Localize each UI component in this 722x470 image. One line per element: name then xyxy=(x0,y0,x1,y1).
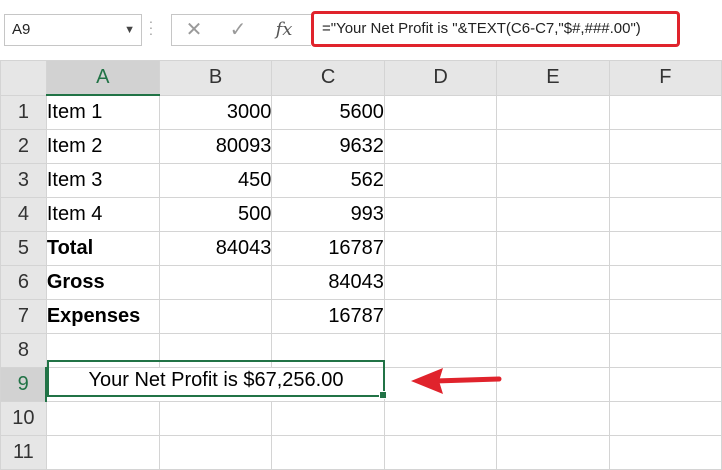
cell-b11[interactable] xyxy=(158,435,273,470)
drag-handle-icon[interactable]: · · · xyxy=(148,14,154,42)
cell-c1[interactable]: 5600 xyxy=(271,94,385,130)
column-header-d[interactable]: D xyxy=(383,60,498,96)
cell-b10[interactable] xyxy=(158,401,273,436)
row-header[interactable]: 6 xyxy=(0,265,47,300)
cell-f6[interactable] xyxy=(608,265,722,300)
name-box-value: A9 xyxy=(12,21,31,38)
cell-a5[interactable]: Total xyxy=(45,231,160,266)
cell-b3[interactable]: 450 xyxy=(158,163,273,198)
cell-d3[interactable] xyxy=(383,163,498,198)
cell-e9[interactable] xyxy=(496,367,610,402)
column-header-f[interactable]: F xyxy=(608,60,722,96)
cell-b6[interactable] xyxy=(158,265,273,300)
row-header[interactable]: 8 xyxy=(0,333,47,368)
row-header[interactable]: 5 xyxy=(0,231,47,266)
column-header-b[interactable]: B xyxy=(158,60,273,96)
insert-function-button[interactable]: fx xyxy=(264,15,304,45)
cell-b5[interactable]: 84043 xyxy=(158,231,273,266)
cell-d8[interactable] xyxy=(383,333,498,368)
cell-f11[interactable] xyxy=(608,435,722,470)
cell-e3[interactable] xyxy=(496,163,610,198)
cell-a3[interactable]: Item 3 xyxy=(45,163,160,198)
cell-f3[interactable] xyxy=(608,163,722,198)
check-icon[interactable]: ✓ xyxy=(218,15,258,45)
cell-f4[interactable] xyxy=(608,197,722,232)
cell-a6[interactable]: Gross xyxy=(45,265,160,300)
cell-e2[interactable] xyxy=(496,129,610,164)
cell-e4[interactable] xyxy=(496,197,610,232)
cell-c4[interactable]: 993 xyxy=(271,197,385,232)
cell-c2[interactable]: 9632 xyxy=(271,129,385,164)
cell-d6[interactable] xyxy=(383,265,498,300)
cell-c10[interactable] xyxy=(271,401,385,436)
column-header-e[interactable]: E xyxy=(496,60,610,96)
cell-f10[interactable] xyxy=(608,401,722,436)
column-header-a[interactable]: A xyxy=(45,60,160,96)
row-header[interactable]: 11 xyxy=(0,435,47,470)
row-header[interactable]: 2 xyxy=(0,129,47,164)
cell-c6[interactable]: 84043 xyxy=(271,265,385,300)
cell-d11[interactable] xyxy=(383,435,498,470)
cell-a10[interactable] xyxy=(45,401,160,436)
cell-b2[interactable]: 80093 xyxy=(158,129,273,164)
cell-f5[interactable] xyxy=(608,231,722,266)
cell-a11[interactable] xyxy=(45,435,160,470)
column-header-c[interactable]: C xyxy=(271,60,385,96)
cell-c11[interactable] xyxy=(271,435,385,470)
cell-a1[interactable]: Item 1 xyxy=(45,94,160,130)
row-header[interactable]: 10 xyxy=(0,401,47,436)
cell-f7[interactable] xyxy=(608,299,722,334)
row-header[interactable]: 1 xyxy=(0,94,47,130)
spreadsheet-grid: A B C D E F 1 Item 1 3000 5600 2 Item 2 … xyxy=(0,60,722,470)
formula-input[interactable]: ="Your Net Profit is "&TEXT(C6-C7,"$#,##… xyxy=(311,11,680,47)
cell-d4[interactable] xyxy=(383,197,498,232)
formula-toolbar: A9 ▼ · · · ✕ ✓ fx ="Your Net Profit is "&T… xyxy=(0,0,722,61)
cell-b4[interactable]: 500 xyxy=(158,197,273,232)
close-icon[interactable]: ✕ xyxy=(174,15,214,45)
cell-b1[interactable]: 3000 xyxy=(158,94,273,130)
cell-a2[interactable]: Item 2 xyxy=(45,129,160,164)
formula-buttons: ✕ ✓ fx xyxy=(171,14,311,46)
row-header[interactable]: 7 xyxy=(0,299,47,334)
cell-c5[interactable]: 16787 xyxy=(271,231,385,266)
cell-c7[interactable]: 16787 xyxy=(271,299,385,334)
cell-e7[interactable] xyxy=(496,299,610,334)
cell-e5[interactable] xyxy=(496,231,610,266)
cell-d1[interactable] xyxy=(383,94,498,130)
cell-e1[interactable] xyxy=(496,94,610,130)
row-header[interactable]: 4 xyxy=(0,197,47,232)
red-arrow-icon xyxy=(411,368,502,394)
cell-e6[interactable] xyxy=(496,265,610,300)
cell-d2[interactable] xyxy=(383,129,498,164)
cell-f8[interactable] xyxy=(608,333,722,368)
cell-f1[interactable] xyxy=(608,94,722,130)
row-header-selected[interactable]: 9 xyxy=(0,367,48,402)
row-header[interactable]: 3 xyxy=(0,163,47,198)
cell-e8[interactable] xyxy=(496,333,610,368)
cell-d10[interactable] xyxy=(383,401,498,436)
cell-a7[interactable]: Expenses xyxy=(45,299,160,334)
cell-f9[interactable] xyxy=(608,367,722,402)
chevron-down-icon[interactable]: ▼ xyxy=(124,15,135,45)
cell-c3[interactable]: 562 xyxy=(271,163,385,198)
cell-f2[interactable] xyxy=(608,129,722,164)
cell-d7[interactable] xyxy=(383,299,498,334)
cell-a4[interactable]: Item 4 xyxy=(45,197,160,232)
select-all-corner[interactable] xyxy=(0,60,47,96)
cell-e11[interactable] xyxy=(496,435,610,470)
cell-a9-value: Your Net Profit is $67,256.00 xyxy=(88,369,344,391)
cell-e10[interactable] xyxy=(496,401,610,436)
cell-d5[interactable] xyxy=(383,231,498,266)
name-box[interactable]: A9 ▼ xyxy=(4,14,142,46)
cell-b7[interactable] xyxy=(158,299,273,334)
